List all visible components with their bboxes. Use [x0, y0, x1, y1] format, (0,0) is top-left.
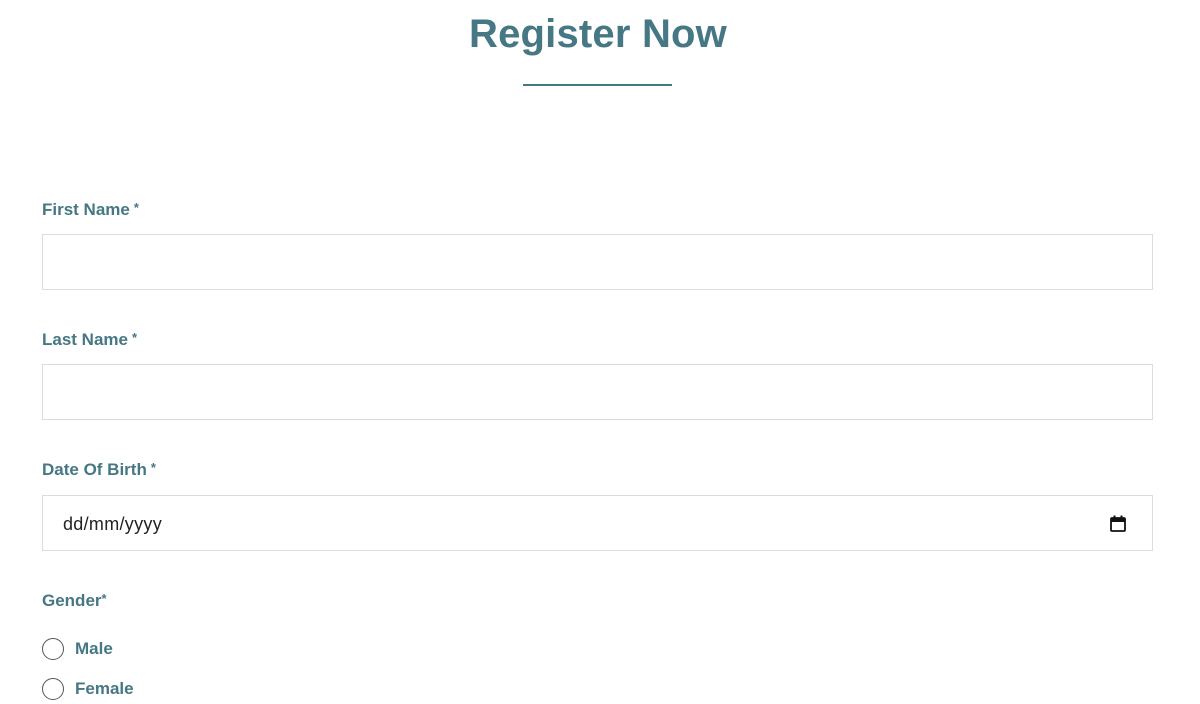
registration-page: Register Now First Name * Last Name * Date… — [0, 0, 1200, 704]
required-marker: * — [133, 200, 139, 215]
date-placeholder: dd/mm/yyyy — [63, 514, 163, 534]
required-marker: * — [131, 330, 138, 345]
date-of-birth-label-text: Date Of Birth — [42, 460, 147, 479]
last-name-label-text: Last Name — [42, 330, 128, 349]
radio-label-male[interactable]: Male — [75, 639, 113, 659]
calendar-icon[interactable] — [1110, 515, 1126, 532]
gender-label-text: Gender — [42, 591, 102, 610]
required-marker: * — [101, 591, 107, 606]
date-of-birth-input[interactable]: dd/mm/yyyy — [42, 495, 1153, 551]
date-of-birth-label: Date Of Birth * — [42, 460, 156, 480]
radio-button-female[interactable] — [42, 678, 64, 700]
first-name-label-text: First Name — [42, 200, 130, 219]
last-name-label: Last Name * — [42, 330, 137, 350]
radio-button-male[interactable] — [42, 638, 64, 660]
last-name-input[interactable] — [42, 364, 1153, 420]
required-marker: * — [150, 460, 156, 475]
radio-label-female[interactable]: Female — [75, 679, 134, 699]
first-name-input[interactable] — [42, 234, 1153, 290]
page-title: Register Now — [468, 12, 727, 56]
first-name-label: First Name * — [42, 200, 139, 220]
gender-label: Gender* — [42, 591, 107, 611]
title-underline — [523, 84, 672, 86]
